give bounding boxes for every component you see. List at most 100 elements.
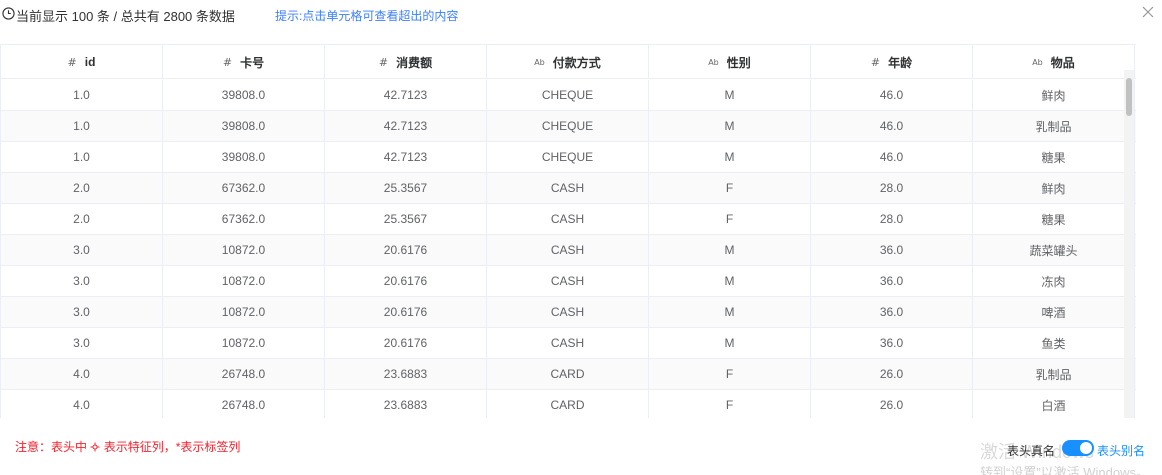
table-cell[interactable]: CASH (487, 297, 649, 327)
column-header[interactable]: Ab 付款方式 (487, 45, 649, 79)
table-cell[interactable]: F (649, 359, 811, 389)
table-cell[interactable]: 20.6176 (325, 235, 487, 265)
table-body: 1.0 39808.0 42.7123 CHEQUE M 46.0 鲜肉 1.0 39808.0… (1, 80, 1136, 418)
table-cell[interactable]: 2.0 (1, 204, 163, 234)
table-cell[interactable]: CASH (487, 328, 649, 358)
alias-name-label: 表头别名 (1097, 444, 1146, 458)
table-cell[interactable]: 25.3567 (325, 173, 487, 203)
table-cell[interactable]: 28.0 (811, 204, 973, 234)
table-cell[interactable]: 39808.0 (163, 80, 325, 110)
table-cell[interactable]: 26.0 (811, 390, 973, 418)
table-row: 1.0 39808.0 42.7123 CHEQUE M 46.0 乳制品 (1, 111, 1136, 142)
cell-hint: 提示:点击单元格可查看超出的内容 (275, 9, 459, 23)
table-cell[interactable]: 4.0 (1, 359, 163, 389)
table-cell[interactable]: 23.6883 (325, 359, 487, 389)
table-cell[interactable]: M (649, 235, 811, 265)
column-header[interactable]: # 年龄 (811, 45, 973, 79)
table-cell[interactable]: 42.7123 (325, 80, 487, 110)
table-cell[interactable]: 20.6176 (325, 297, 487, 327)
feature-column-icon (90, 442, 100, 452)
table-cell[interactable]: 28.0 (811, 173, 973, 203)
table-cell[interactable]: CASH (487, 235, 649, 265)
table-cell[interactable]: 10872.0 (163, 328, 325, 358)
table-row: 2.0 67362.0 25.3567 CASH F 28.0 鲜肉 (1, 173, 1136, 204)
text-type-icon: Ab (1032, 57, 1043, 67)
table-cell[interactable]: 25.3567 (325, 204, 487, 234)
table-cell[interactable]: 糖果 (973, 142, 1135, 172)
table-cell[interactable]: 10872.0 (163, 235, 325, 265)
column-header[interactable]: Ab 物品 (973, 45, 1135, 79)
table-cell[interactable]: 乳制品 (973, 111, 1135, 141)
table-cell[interactable]: 36.0 (811, 297, 973, 327)
table-cell[interactable]: M (649, 80, 811, 110)
vertical-scrollbar[interactable] (1124, 70, 1134, 418)
column-header[interactable]: Ab 性别 (649, 45, 811, 79)
table-cell[interactable]: F (649, 173, 811, 203)
table-cell[interactable]: 鱼类 (973, 328, 1135, 358)
table-cell[interactable]: CARD (487, 390, 649, 418)
table-cell[interactable]: 46.0 (811, 111, 973, 141)
table-cell[interactable]: 39808.0 (163, 111, 325, 141)
table-cell[interactable]: 鲜肉 (973, 80, 1135, 110)
table-cell[interactable]: 23.6883 (325, 390, 487, 418)
table-cell[interactable]: 1.0 (1, 142, 163, 172)
table-cell[interactable]: 啤酒 (973, 297, 1135, 327)
table-cell[interactable]: 20.6176 (325, 328, 487, 358)
table-cell[interactable]: M (649, 142, 811, 172)
scroll-thumb[interactable] (1126, 78, 1132, 116)
table-cell[interactable]: CASH (487, 266, 649, 296)
table-cell[interactable]: CASH (487, 204, 649, 234)
column-header[interactable]: # 消费额 (325, 45, 487, 79)
table-cell[interactable]: 39808.0 (163, 142, 325, 172)
table-cell[interactable]: 1.0 (1, 80, 163, 110)
table-cell[interactable]: 42.7123 (325, 142, 487, 172)
table-cell[interactable]: CHEQUE (487, 142, 649, 172)
table-cell[interactable]: CARD (487, 359, 649, 389)
table-cell[interactable]: 3.0 (1, 328, 163, 358)
table-cell[interactable]: 蔬菜罐头 (973, 235, 1135, 265)
table-cell[interactable]: F (649, 204, 811, 234)
close-icon[interactable] (1142, 6, 1154, 18)
table-cell[interactable]: F (649, 390, 811, 418)
table-cell[interactable]: 鲜肉 (973, 173, 1135, 203)
table-cell[interactable]: 3.0 (1, 235, 163, 265)
table-cell[interactable]: 26.0 (811, 359, 973, 389)
table-cell[interactable]: 36.0 (811, 266, 973, 296)
table-cell[interactable]: 20.6176 (325, 266, 487, 296)
numeric-type-icon: # (222, 55, 233, 69)
table-cell[interactable]: 36.0 (811, 235, 973, 265)
table-cell[interactable]: M (649, 266, 811, 296)
table-cell[interactable]: 46.0 (811, 142, 973, 172)
table-cell[interactable]: 10872.0 (163, 266, 325, 296)
column-header-label: 付款方式 (552, 55, 601, 70)
table-cell[interactable]: 10872.0 (163, 297, 325, 327)
table-cell[interactable]: CHEQUE (487, 80, 649, 110)
table-cell[interactable]: CASH (487, 173, 649, 203)
table-cell[interactable]: 42.7123 (325, 111, 487, 141)
table-cell[interactable]: M (649, 111, 811, 141)
table-row: 3.0 10872.0 20.6176 CASH M 36.0 冻肉 (1, 266, 1136, 297)
column-header[interactable]: # 卡号 (163, 45, 325, 79)
table-cell[interactable]: 36.0 (811, 328, 973, 358)
table-row: 1.0 39808.0 42.7123 CHEQUE M 46.0 鲜肉 (1, 80, 1136, 111)
column-header[interactable]: # id (1, 45, 163, 79)
table-cell[interactable]: 3.0 (1, 297, 163, 327)
table-cell[interactable]: 26748.0 (163, 359, 325, 389)
table-cell[interactable]: 乳制品 (973, 359, 1135, 389)
table-cell[interactable]: 46.0 (811, 80, 973, 110)
table-cell[interactable]: 2.0 (1, 173, 163, 203)
table-cell[interactable]: 67362.0 (163, 204, 325, 234)
header-alias-toggle[interactable] (1062, 440, 1094, 456)
table-cell[interactable]: M (649, 297, 811, 327)
table-cell[interactable]: CHEQUE (487, 111, 649, 141)
table-cell[interactable]: 白酒 (973, 390, 1135, 418)
column-header-label: id (84, 55, 96, 69)
table-cell[interactable]: 1.0 (1, 111, 163, 141)
table-cell[interactable]: 4.0 (1, 390, 163, 418)
table-cell[interactable]: 67362.0 (163, 173, 325, 203)
table-cell[interactable]: M (649, 328, 811, 358)
table-cell[interactable]: 冻肉 (973, 266, 1135, 296)
table-cell[interactable]: 3.0 (1, 266, 163, 296)
table-cell[interactable]: 26748.0 (163, 390, 325, 418)
table-cell[interactable]: 糖果 (973, 204, 1135, 234)
